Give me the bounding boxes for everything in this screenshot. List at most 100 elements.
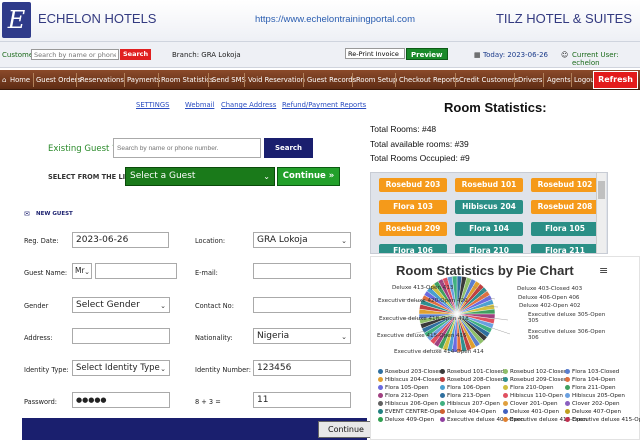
legend-label: Hibiscus 110-Open xyxy=(510,393,563,399)
nav-room-setup[interactable]: Room Setup xyxy=(356,70,397,90)
nav-guest-orders[interactable]: Guest Orders xyxy=(36,70,81,90)
portal-url[interactable]: https://www.echelontrainingportal.com xyxy=(255,14,415,25)
legend-item[interactable]: Flora 105-Open xyxy=(378,385,429,391)
legend-item[interactable]: Hibiscus 207-Open xyxy=(440,401,500,407)
refund-payment-reports-link[interactable]: Refund/Payment Reports xyxy=(282,101,366,109)
nav-drivers[interactable]: Drivers xyxy=(518,70,542,90)
captcha-field[interactable]: 11 xyxy=(253,392,351,408)
password-field[interactable]: ●●●●● xyxy=(72,392,170,408)
existing-guest-search-button[interactable]: Search xyxy=(264,138,313,158)
legend-item[interactable]: Rosebud 203-Closed xyxy=(378,369,442,375)
legend-item[interactable]: Flora 211-Open xyxy=(565,385,616,391)
reprint-invoice-input[interactable] xyxy=(345,48,405,59)
legend-item[interactable]: Deluxe 409-Open xyxy=(378,417,434,423)
room-tile[interactable]: Flora 210 xyxy=(455,244,523,253)
legend-item[interactable]: Clover 201-Open xyxy=(503,401,558,407)
legend-item[interactable]: Clover 202-Open xyxy=(565,401,620,407)
nav-void-reservation[interactable]: Void Reservation xyxy=(248,70,305,90)
reg-date-value: 2023-06-26 xyxy=(76,235,129,245)
continue-select-button[interactable]: Continue » xyxy=(277,167,340,186)
nav-credit-customers[interactable]: Credit Customers xyxy=(459,70,518,90)
gender-select[interactable]: Select Gender ⌄ xyxy=(72,297,170,313)
legend-label: Flora 103-Closed xyxy=(572,369,620,375)
home-icon[interactable]: ⌂ xyxy=(2,70,6,90)
nav-divider xyxy=(208,73,209,87)
room-tile[interactable]: Rosebud 208 xyxy=(531,200,599,214)
legend-item[interactable]: EVENT CENTRE-Open xyxy=(378,409,445,415)
room-tile[interactable]: Hibiscus 204 xyxy=(455,200,523,214)
legend-item[interactable]: Deluxe 404-Open xyxy=(440,409,496,415)
contact-label: Contact No: xyxy=(195,302,234,310)
room-tile[interactable]: Flora 103 xyxy=(379,200,447,214)
legend-item[interactable]: Flora 213-Open xyxy=(440,393,491,399)
legend-dot-icon xyxy=(565,401,570,406)
nav-reservations[interactable]: Reservations xyxy=(80,70,124,90)
legend-item[interactable]: Rosebud 102-Closed xyxy=(503,369,567,375)
room-tile[interactable]: Flora 105 xyxy=(531,222,599,236)
nationality-select[interactable]: Nigeria ⌄ xyxy=(253,328,351,344)
legend-item[interactable]: Flora 212-Open xyxy=(378,393,429,399)
legend-item[interactable]: Flora 104-Open xyxy=(565,377,616,383)
room-tile[interactable]: Flora 106 xyxy=(379,244,447,253)
legend-item[interactable]: Executive deluxe 415-Open xyxy=(565,417,640,423)
legend-item[interactable]: Deluxe 401-Open xyxy=(503,409,559,415)
nav-payments[interactable]: Payments xyxy=(127,70,160,90)
legend-item[interactable]: Flora 103-Closed xyxy=(565,369,619,375)
customer-search-button[interactable]: Search xyxy=(120,49,152,60)
title-value: Mr xyxy=(75,266,85,275)
guest-select-dropdown[interactable]: Select a Guest ⌄ xyxy=(125,167,275,186)
refresh-button[interactable]: Refresh xyxy=(593,71,638,89)
legend-item[interactable]: Rosebud 209-Closed xyxy=(503,377,567,383)
pie-label: Executive deluxe 305-Open 305 xyxy=(528,312,606,324)
title-select[interactable]: Mr ⌄ xyxy=(72,263,92,279)
reg-date-field[interactable]: 2023-06-26 xyxy=(72,232,169,248)
scrollbar-thumb[interactable] xyxy=(598,181,605,199)
legend-dot-icon xyxy=(565,377,570,382)
legend-item[interactable]: Flora 106-Open xyxy=(440,385,491,391)
room-tile[interactable]: Rosebud 203 xyxy=(379,178,447,192)
address-field[interactable] xyxy=(72,328,170,344)
change-address-link[interactable]: Change Address xyxy=(221,101,276,109)
nav-guest-records[interactable]: Guest Records xyxy=(307,70,356,90)
settings-link[interactable]: SETTINGS xyxy=(136,101,169,109)
legend-dot-icon xyxy=(503,409,508,414)
preview-button[interactable]: Preview xyxy=(406,48,448,60)
location-select[interactable]: GRA Lokoja ⌄ xyxy=(253,232,351,248)
nav-home[interactable]: Home xyxy=(10,70,30,90)
webmail-link[interactable]: Webmail xyxy=(185,101,214,109)
nav-agents[interactable]: Agents xyxy=(547,70,571,90)
existing-guest-label: Existing Guest ? xyxy=(48,144,117,154)
pie-label: Deluxe 403-Closed 403 xyxy=(517,286,583,292)
nav-room-statistics[interactable]: Room Statistics xyxy=(161,70,214,90)
legend-item[interactable]: Hibiscus 204-Closed xyxy=(378,377,442,383)
main-nav: ⌂ Home Guest Orders Reservations Payment… xyxy=(0,70,640,90)
legend-item[interactable]: Rosebud 101-Closed xyxy=(440,369,504,375)
legend-item[interactable]: Hibiscus 110-Open xyxy=(503,393,563,399)
customer-search-input[interactable] xyxy=(31,49,119,60)
legend-label: Clover 202-Open xyxy=(572,401,620,407)
room-tile[interactable]: Rosebud 209 xyxy=(379,222,447,236)
guest-name-field[interactable] xyxy=(95,263,177,279)
contact-field[interactable] xyxy=(253,297,351,313)
legend-item[interactable]: Flora 210-Open xyxy=(503,385,554,391)
legend-label: Rosebud 102-Closed xyxy=(510,369,568,375)
legend-dot-icon xyxy=(378,385,383,390)
continue-button[interactable]: Continue xyxy=(318,421,374,438)
nav-send-sms[interactable]: Send SMS xyxy=(212,70,246,90)
room-tile[interactable]: Flora 211 xyxy=(531,244,599,253)
legend-item[interactable]: Hibiscus 205-Open xyxy=(565,393,625,399)
legend-item[interactable]: Deluxe 407-Open xyxy=(565,409,621,415)
email-field[interactable] xyxy=(253,263,351,279)
nav-divider xyxy=(543,73,544,87)
existing-guest-search-input[interactable] xyxy=(113,138,261,158)
nav-checkout-reports[interactable]: Checkout Reports xyxy=(399,70,459,90)
pie-label: Deluxe 413-Open 413 xyxy=(392,285,454,291)
legend-item[interactable]: Rosebud 208-Closed xyxy=(440,377,504,383)
room-tile[interactable]: Flora 104 xyxy=(455,222,523,236)
identity-type-select[interactable]: Select Identity Type ⌄ xyxy=(72,360,170,376)
room-tile[interactable]: Rosebud 101 xyxy=(455,178,523,192)
legend-item[interactable]: Hibiscus 206-Open xyxy=(378,401,438,407)
room-tile[interactable]: Rosebud 102 xyxy=(531,178,599,192)
rooms-scrollbar[interactable] xyxy=(596,173,606,253)
identity-number-field[interactable]: 123456 xyxy=(253,360,351,376)
